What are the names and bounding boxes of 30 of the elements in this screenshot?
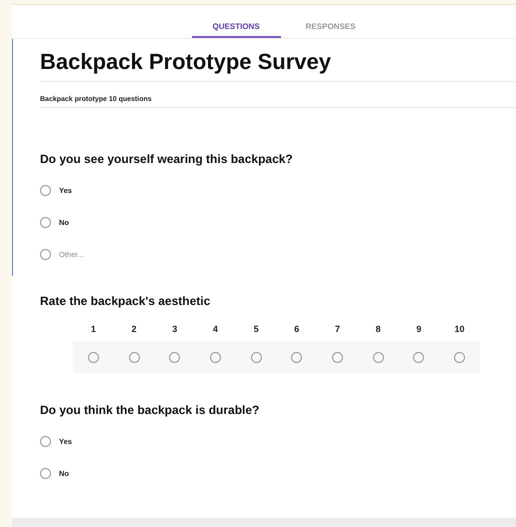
form-title: Backpack Prototype Survey bbox=[40, 49, 516, 82]
tab[interactable]: QUESTIONS bbox=[192, 5, 281, 38]
radio-button[interactable] bbox=[169, 352, 180, 362]
radio-button[interactable] bbox=[332, 352, 343, 362]
radio-button[interactable] bbox=[413, 352, 424, 362]
scale-number: 6 bbox=[293, 324, 300, 334]
radio-button[interactable] bbox=[40, 436, 51, 446]
scale-number: 10 bbox=[454, 324, 466, 334]
radio-button[interactable] bbox=[40, 184, 51, 196]
scale-number: 5 bbox=[252, 324, 260, 334]
question-title: Do you see yourself wearing this backpack? bbox=[40, 152, 294, 166]
radio-button[interactable] bbox=[210, 352, 221, 362]
scale-number: 7 bbox=[334, 324, 341, 334]
radio-button[interactable] bbox=[40, 216, 51, 228]
radio-button[interactable] bbox=[88, 352, 99, 362]
scale-number: 2 bbox=[130, 324, 138, 334]
scale-number: 4 bbox=[212, 324, 219, 334]
scale-number: 9 bbox=[415, 324, 422, 334]
radio-button[interactable] bbox=[40, 468, 51, 478]
radio-button[interactable] bbox=[128, 352, 140, 362]
radio-button[interactable] bbox=[372, 352, 384, 362]
question-title: Rate the backpack's aesthetic bbox=[40, 294, 212, 308]
question-title: Do you think the backpack is durable? bbox=[40, 403, 260, 417]
scale-number: 1 bbox=[90, 324, 97, 334]
scale-number: 8 bbox=[374, 324, 382, 334]
radio-button[interactable] bbox=[40, 248, 51, 260]
scale-number: 3 bbox=[171, 324, 178, 334]
radio-button[interactable] bbox=[250, 352, 262, 362]
radio-button[interactable] bbox=[454, 352, 466, 362]
radio-button[interactable] bbox=[291, 352, 302, 362]
